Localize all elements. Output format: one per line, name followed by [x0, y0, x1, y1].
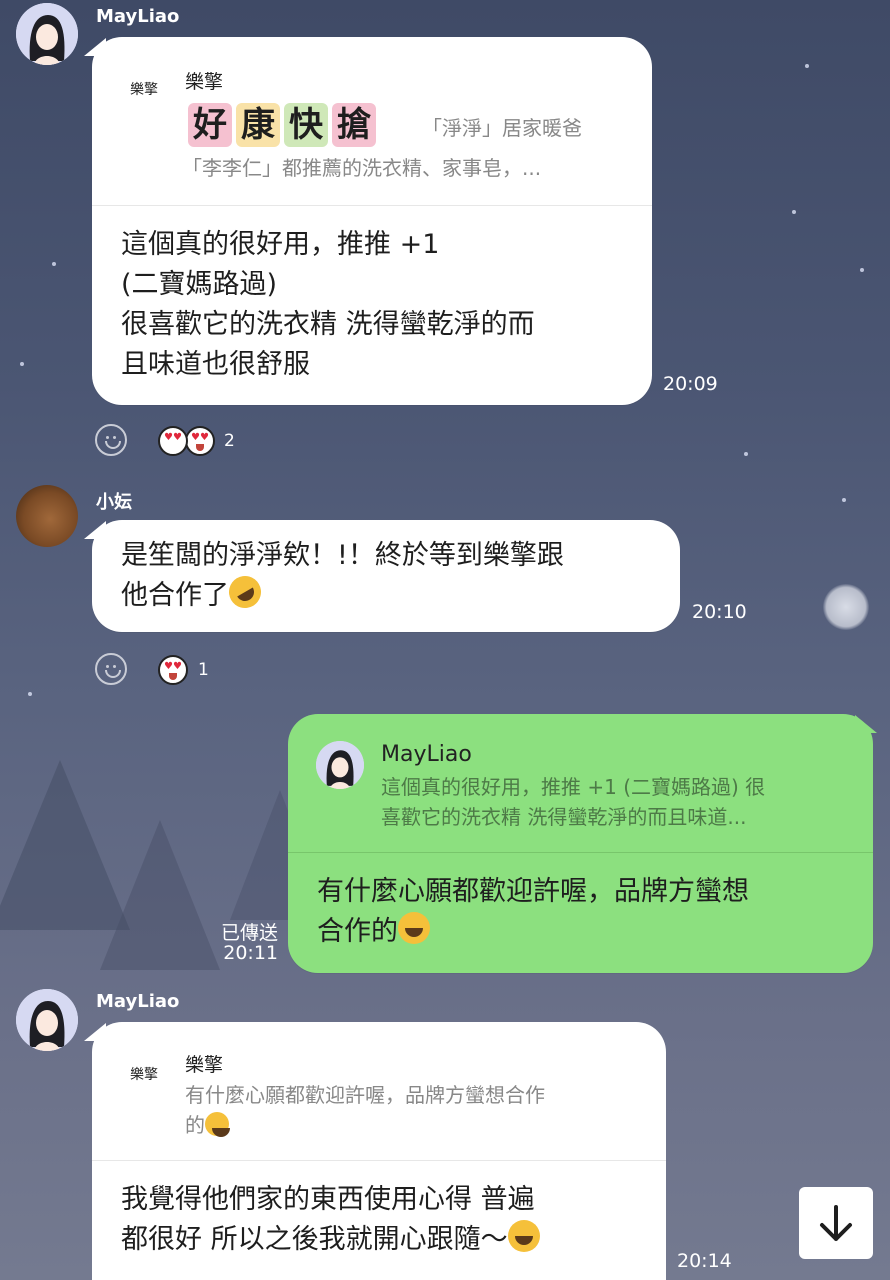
quote-line: 這個真的很好用，推推 +1 (二寶媽路過) 很 — [381, 775, 766, 799]
title-char: 康 — [236, 103, 280, 147]
timestamp: 20:14 — [677, 1250, 732, 1272]
avatar-mayliao[interactable] — [16, 3, 78, 65]
quote-line: 喜歡它的洗衣精 洗得蠻乾淨的而且味道... — [381, 805, 747, 829]
tears-of-joy-emoji — [398, 912, 430, 944]
quote-line: 的 — [185, 1110, 230, 1140]
timestamp: 20:11 — [223, 942, 278, 964]
sender-name: 小妘 — [96, 492, 132, 513]
scroll-to-bottom-button[interactable] — [799, 1187, 873, 1259]
sender-name: MayLiao — [96, 991, 180, 1012]
brand-logo: 樂擎 — [130, 82, 158, 98]
message-text: 是笙闆的淨淨欸！!！終於等到樂擎跟 他合作了 — [121, 536, 671, 616]
message-text: 這個真的很好用，推推 +1 (二寶媽路過) 很喜歡它的洗衣精 洗得蠻乾淨的而 且… — [121, 229, 535, 380]
quote-title-rest: 「淨淨」居家暖爸 — [422, 116, 582, 140]
quote-author: 樂擎 — [185, 1054, 224, 1076]
quote-author: MayLiao — [381, 742, 472, 767]
message-text: 我覺得他們家的東西使用心得 普遍 都很好 所以之後我就開心跟隨～ — [121, 1180, 661, 1260]
reaction-count: 1 — [198, 660, 209, 680]
message-text: 有什麼心願都歡迎許喔，品牌方蠻想 合作的 — [317, 876, 749, 947]
sender-name: MayLiao — [96, 6, 180, 27]
heart-eyes-emoji[interactable] — [158, 655, 188, 685]
title-char: 快 — [284, 103, 328, 147]
message-bubble[interactable]: 樂擎 樂擎 有什麼心願都歡迎許喔，品牌方蠻想合作 的 我覺得他們家的東西使用心得… — [92, 1022, 666, 1280]
message-bubble[interactable]: 是笙闆的淨淨欸！!！終於等到樂擎跟 他合作了 — [92, 520, 680, 632]
arrow-down-icon — [820, 1205, 852, 1241]
reaction-count: 2 — [224, 431, 235, 451]
add-reaction-icon[interactable] — [95, 424, 127, 456]
grinning-squint-emoji — [507, 1220, 540, 1252]
moon-decoration — [823, 584, 869, 630]
quote-line: 有什麼心願都歡迎許喔，品牌方蠻想合作 — [185, 1083, 545, 1107]
title-char: 好 — [188, 103, 232, 147]
rofl-emoji — [223, 570, 267, 614]
message-bubble-outgoing[interactable]: MayLiao 這個真的很好用，推推 +1 (二寶媽路過) 很 喜歡它的洗衣精 … — [288, 714, 873, 973]
timestamp: 20:09 — [663, 373, 718, 395]
message-bubble[interactable]: 樂擎 樂擎 好康快搶 「淨淨」居家暖爸 「李李仁」都推薦的洗衣精、家事皂，...… — [92, 37, 652, 405]
quoted-message[interactable]: MayLiao 這個真的很好用，推推 +1 (二寶媽路過) 很 喜歡它的洗衣精 … — [288, 714, 873, 853]
brand-logo: 樂擎 — [130, 1067, 158, 1083]
add-reaction-icon[interactable] — [95, 653, 127, 685]
quote-author: 樂擎 — [185, 71, 224, 93]
quote-avatar — [316, 741, 364, 789]
avatar-xiaoyun[interactable] — [16, 485, 78, 547]
read-status: 已傳送 — [220, 922, 278, 944]
heart-eyes-emoji[interactable] — [185, 426, 215, 456]
quote-line: 「李李仁」都推薦的洗衣精、家事皂，... — [182, 156, 542, 180]
quoted-message[interactable]: 樂擎 樂擎 好康快搶 「淨淨」居家暖爸 「李李仁」都推薦的洗衣精、家事皂，... — [92, 37, 652, 206]
timestamp: 20:10 — [692, 601, 747, 623]
tree-silhouette — [100, 820, 220, 970]
thumbs-up-sticker-icon[interactable] — [158, 426, 188, 456]
quoted-message[interactable]: 樂擎 樂擎 有什麼心願都歡迎許喔，品牌方蠻想合作 的 — [92, 1022, 666, 1161]
title-char: 搶 — [332, 103, 376, 147]
quote-title-chars: 好康快搶 — [188, 103, 380, 147]
tears-of-joy-emoji — [205, 1112, 230, 1137]
avatar-mayliao[interactable] — [16, 989, 78, 1051]
